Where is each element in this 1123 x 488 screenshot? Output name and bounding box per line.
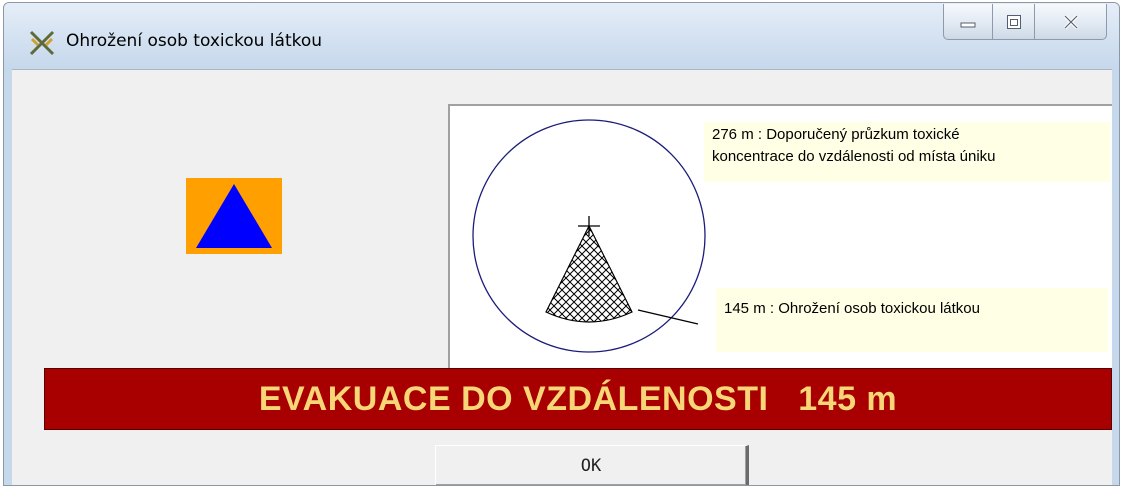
danger-zone-leader-line	[637, 309, 699, 325]
danger-zone-note: 145 m : Ohrožení osob toxickou látkou	[716, 288, 1108, 352]
ok-button[interactable]: OK	[435, 445, 749, 485]
dialog-window: Ohrožení osob toxickou látkou 276 m: Do…	[3, 2, 1120, 486]
evacuation-banner: EVAKUACE DO VZDÁLENOSTI 145 m	[44, 368, 1112, 430]
close-icon	[1063, 14, 1078, 29]
outer-zone-label-line1: 276 m : Doporučený průzkum toxické	[712, 126, 960, 143]
maximize-button[interactable]	[993, 4, 1035, 40]
minimize-icon	[960, 22, 976, 27]
outer-zone-note: 276 m : Doporučený průzkum toxické konce…	[704, 122, 1110, 182]
title-bar[interactable]: Ohrožení osob toxickou látkou	[4, 3, 1119, 69]
dialog-content: 276 m : Doporučený průzkum toxické konce…	[12, 69, 1112, 485]
window-title: Ohrožení osob toxickou látkou	[66, 31, 323, 51]
civil-protection-sign	[186, 178, 282, 254]
window-controls	[943, 4, 1107, 42]
outer-zone-label-line2: koncentrace do vzdálenosti od místa únik…	[712, 148, 996, 165]
civil-protection-triangle-icon	[196, 184, 272, 248]
minimize-button[interactable]	[943, 4, 993, 40]
danger-zone-label: 145 m : Ohrožení osob toxickou látkou	[724, 300, 980, 317]
maximize-icon	[1006, 14, 1021, 29]
crossed-swords-icon	[29, 30, 55, 56]
zone-diagram: 276 m : Doporučený průzkum toxické konce…	[448, 104, 1112, 368]
danger-zone-sector	[545, 224, 633, 323]
close-button[interactable]	[1035, 4, 1107, 40]
